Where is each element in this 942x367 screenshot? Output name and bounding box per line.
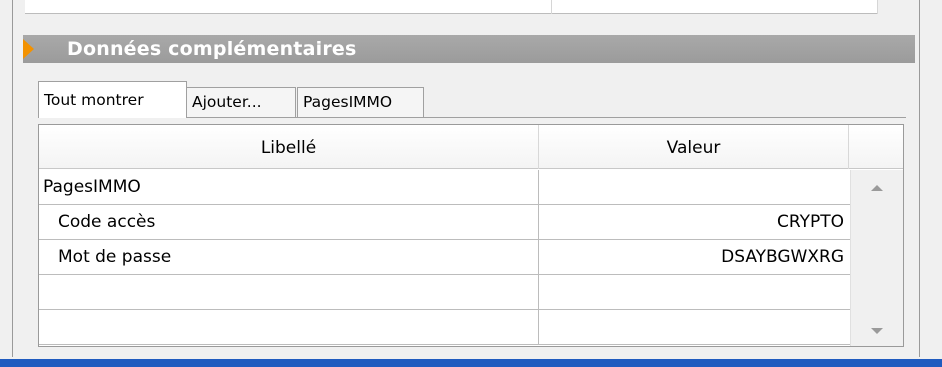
column-header-scroll-spacer [849, 125, 905, 169]
cell-libelle[interactable] [39, 310, 539, 345]
previous-table-scrollbar[interactable] [877, 0, 909, 14]
table-row[interactable]: Code accès CRYPTO [39, 205, 850, 240]
tab-label: Tout montrer [44, 91, 144, 109]
vertical-scrollbar[interactable] [850, 170, 903, 346]
cell-valeur[interactable] [539, 275, 850, 310]
column-header-valeur[interactable]: Valeur [539, 125, 849, 169]
table-row[interactable] [39, 310, 850, 345]
table-row[interactable]: PagesIMMO [39, 170, 850, 205]
section-header[interactable]: Données complémentaires [23, 35, 915, 63]
cell-libelle[interactable]: PagesIMMO [39, 170, 539, 205]
cell-valeur[interactable] [539, 170, 850, 205]
cell-valeur[interactable]: DSAYBGWXRG [539, 240, 850, 275]
tab-label: PagesIMMO [303, 93, 393, 111]
cell-libelle[interactable] [39, 275, 539, 310]
tab-ajouter[interactable]: Ajouter... [186, 87, 296, 117]
bottom-accent-bar [0, 359, 942, 367]
tab-pagesimmo[interactable]: PagesIMMO [297, 87, 424, 117]
previous-table-remnant [12, 0, 920, 16]
data-grid: Libellé Valeur PagesIMMO Code accès CRYP… [38, 124, 904, 347]
column-header-libelle[interactable]: Libellé [39, 125, 539, 169]
grid-header: Libellé Valeur [39, 125, 903, 169]
section-title: Données complémentaires [67, 38, 357, 60]
previous-table-row [25, 0, 909, 14]
column-separator [551, 0, 552, 14]
cell-libelle[interactable]: Code accès [39, 205, 539, 240]
scroll-down-icon[interactable] [871, 328, 883, 334]
tab-tout-montrer[interactable]: Tout montrer [38, 81, 187, 118]
expand-arrow-icon[interactable] [23, 39, 34, 59]
table-row[interactable] [39, 275, 850, 310]
table-row[interactable]: Mot de passe DSAYBGWXRG [39, 240, 850, 275]
cell-libelle[interactable]: Mot de passe [39, 240, 539, 275]
cell-valeur[interactable]: CRYPTO [539, 205, 850, 240]
scroll-up-icon[interactable] [871, 185, 883, 191]
cell-valeur[interactable] [539, 310, 850, 345]
additional-data-panel: Données complémentaires Tout montrer Ajo… [0, 0, 942, 367]
tab-label: Ajouter... [192, 93, 262, 111]
